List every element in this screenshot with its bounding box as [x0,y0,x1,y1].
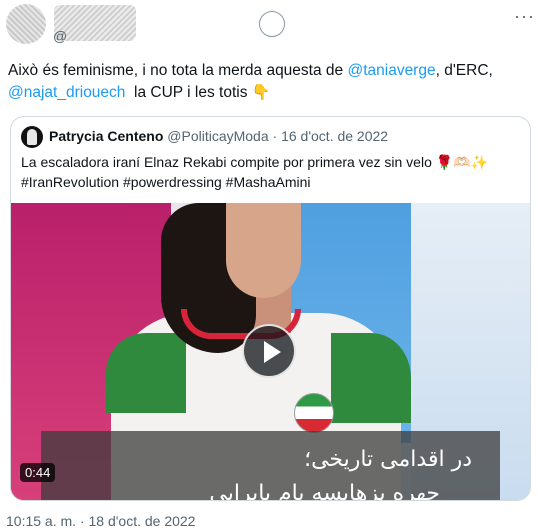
quoted-author-name[interactable]: Patrycia Centeno [49,128,163,144]
quoted-text: La escaladora iraní Elnaz Rekabi compite… [21,152,521,192]
mention-link[interactable]: @taniaverge [347,62,435,79]
quoted-avatar[interactable] [21,126,43,148]
more-dots-icon[interactable]: ··· [514,6,535,27]
play-icon[interactable] [242,324,296,378]
quoted-emojis: 🌹🫶🏻✨ [435,154,489,170]
tweet-text-part: , d'ERC, [435,62,493,79]
mention-link[interactable]: @najat_driouech [8,84,125,101]
quoted-author-handle[interactable]: @PoliticayModa [167,128,268,144]
video-duration: 0:44 [20,463,56,482]
video-figure [331,333,411,423]
avatar[interactable] [6,4,46,44]
video-player[interactable]: در اقدامی تاریخی؛ جهره بزهایسه یام یایرا… [11,203,530,501]
tweet-text: Això és feminisme, i no tota la merda aq… [8,60,532,104]
tweet-header: @ ··· [0,0,538,50]
quoted-text-line: La escaladora iraní Elnaz Rekabi compite… [21,154,436,170]
circle-icon[interactable] [259,11,285,37]
separator: · [268,128,282,144]
tweet-text-part: la CUP i les totis [125,84,252,101]
tweet-text-part: Això és feminisme, i no tota la merda aq… [8,62,348,79]
pointing-down-emoji: 👇 [251,84,271,101]
tweet-timestamp[interactable]: 10:15 a. m. · 18 d'oct. de 2022 [6,513,195,529]
author-handle[interactable]: @ [53,28,67,44]
video-caption: در اقدامی تاریخی؛ جهره بزهایسه یام یایرا… [41,431,500,501]
video-figure [226,203,301,298]
video-caption-line: جهره بزهایسه یام یایرایی [209,481,440,501]
quoted-date[interactable]: 16 d'oct. de 2022 [281,128,388,144]
flag-badge [294,393,334,433]
video-caption-line: در اقدامی تاریخی؛ [304,447,472,472]
hashtags: #IranRevolution #powerdressing #MashaAmi… [21,174,311,190]
video-figure [106,333,186,413]
quoted-header: Patrycia Centeno @PoliticayModa · 16 d'o… [49,128,388,144]
quoted-tweet[interactable]: Patrycia Centeno @PoliticayModa · 16 d'o… [10,116,531,501]
